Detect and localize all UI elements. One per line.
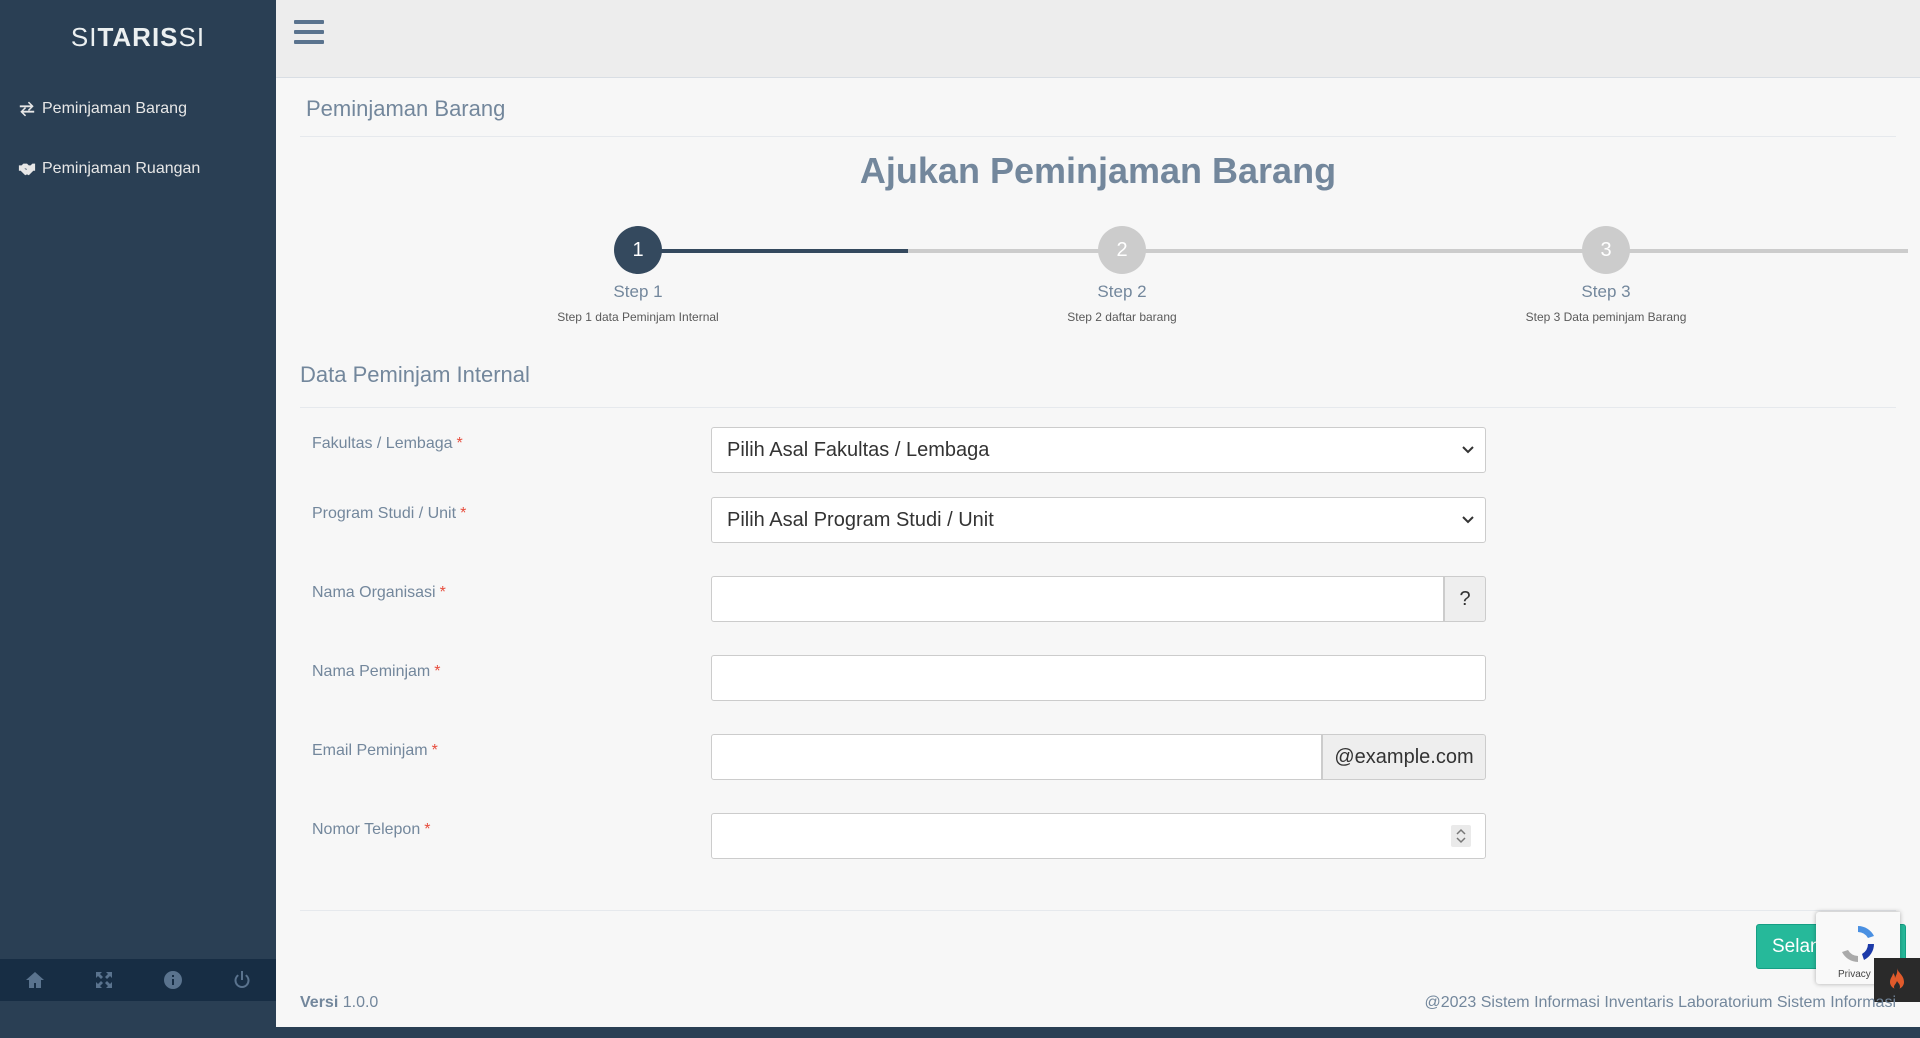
- step-2-circle[interactable]: 2: [1098, 226, 1146, 274]
- step-connector-2: [908, 249, 1908, 253]
- step-1-desc: Step 1 data Peminjam Internal: [557, 310, 719, 324]
- nama-peminjam-input[interactable]: [711, 655, 1486, 701]
- home-button[interactable]: [0, 959, 69, 1001]
- sidebar-footer: [0, 959, 276, 1001]
- logout-button[interactable]: [207, 959, 276, 1001]
- form-row-email: Email Peminjam * @example.com: [276, 734, 1920, 782]
- fakultas-label: Fakultas / Lembaga *: [312, 435, 463, 452]
- sidebar-item-peminjaman-ruangan[interactable]: Peminjaman Ruangan: [0, 146, 276, 192]
- step-1-circle[interactable]: 1: [614, 226, 662, 274]
- prodi-select[interactable]: Pilih Asal Program Studi / Unit: [711, 497, 1486, 543]
- number-spinner[interactable]: [1451, 825, 1471, 847]
- form-row-peminjam: Nama Peminjam *: [276, 655, 1920, 703]
- sidebar-item-peminjaman-barang[interactable]: Peminjaman Barang: [0, 86, 276, 132]
- prodi-label: Program Studi / Unit *: [312, 505, 467, 522]
- step-3-circle[interactable]: 3: [1582, 226, 1630, 274]
- form-row-fakultas: Fakultas / Lembaga * Pilih Asal Fakultas …: [276, 427, 1920, 475]
- page-title: Ajukan Peminjaman Barang: [859, 150, 1337, 191]
- step-2-desc: Step 2 daftar barang: [1067, 310, 1177, 324]
- organisasi-input[interactable]: [711, 576, 1444, 622]
- fullscreen-button[interactable]: [69, 959, 138, 1001]
- chevron-down-icon: [1462, 446, 1474, 454]
- step-connector-1: [644, 249, 908, 253]
- info-icon: [163, 971, 182, 989]
- peminjam-label: Nama Peminjam *: [312, 663, 441, 680]
- brand-logo[interactable]: SI TARIS SI: [0, 0, 276, 74]
- step-1-title: Step 1: [613, 282, 663, 301]
- divider: [300, 407, 1896, 408]
- power-icon: [234, 971, 249, 988]
- telepon-label: Nomor Telepon *: [312, 821, 431, 838]
- divider: [300, 910, 1896, 911]
- form-row-organisasi: Nama Organisasi * ?: [276, 576, 1920, 624]
- divider: [300, 136, 1896, 137]
- email-domain-addon: @example.com: [1322, 734, 1486, 780]
- step-3-title: Step 3: [1581, 282, 1631, 301]
- email-input[interactable]: [711, 734, 1322, 780]
- telepon-input[interactable]: [711, 813, 1486, 859]
- menu-toggle-icon[interactable]: [294, 20, 324, 48]
- step-3-desc: Step 3 Data peminjam Barang: [1525, 310, 1687, 324]
- fakultas-select[interactable]: Pilih Asal Fakultas / Lembaga: [711, 427, 1486, 473]
- home-icon: [25, 972, 44, 988]
- organisasi-label: Nama Organisasi *: [312, 584, 446, 601]
- organisasi-help-button[interactable]: ?: [1444, 576, 1486, 622]
- fire-icon: [1890, 968, 1904, 990]
- spinner-arrows-icon: [1456, 828, 1466, 844]
- form-row-prodi: Program Studi / Unit * Pilih Asal Program…: [276, 497, 1920, 545]
- email-label: Email Peminjam *: [312, 742, 438, 759]
- section-title: Data Peminjam Internal: [300, 362, 530, 387]
- recaptcha-privacy-link[interactable]: Privacy: [1838, 969, 1871, 980]
- exchange-icon: [19, 101, 35, 117]
- top-navbar: [276, 0, 1920, 78]
- sidebar-menu: Peminjaman Barang Peminjaman Ruangan: [0, 86, 276, 192]
- copyright-text: @2023 Sistem Informasi Inventaris Labora…: [1424, 994, 1896, 1011]
- sidebar: SI TARIS SI Peminjaman Barang Peminjaman …: [0, 0, 276, 1027]
- step-2-title: Step 2: [1097, 282, 1147, 301]
- main-content: Peminjaman Barang Ajukan Peminjaman Bara…: [276, 78, 1920, 1027]
- fullscreen-icon: [95, 972, 112, 988]
- handshake-icon: [18, 163, 36, 176]
- info-button[interactable]: [138, 959, 207, 1001]
- wizard-stepper: 1 Step 1 Step 1 data Peminjam Internal 2…: [276, 226, 1920, 326]
- version-info: Versi 1.0.0: [300, 994, 379, 1011]
- form-row-telepon: Nomor Telepon *: [276, 813, 1920, 861]
- panel-title: Peminjaman Barang: [306, 96, 506, 121]
- chevron-down-icon: [1462, 516, 1474, 524]
